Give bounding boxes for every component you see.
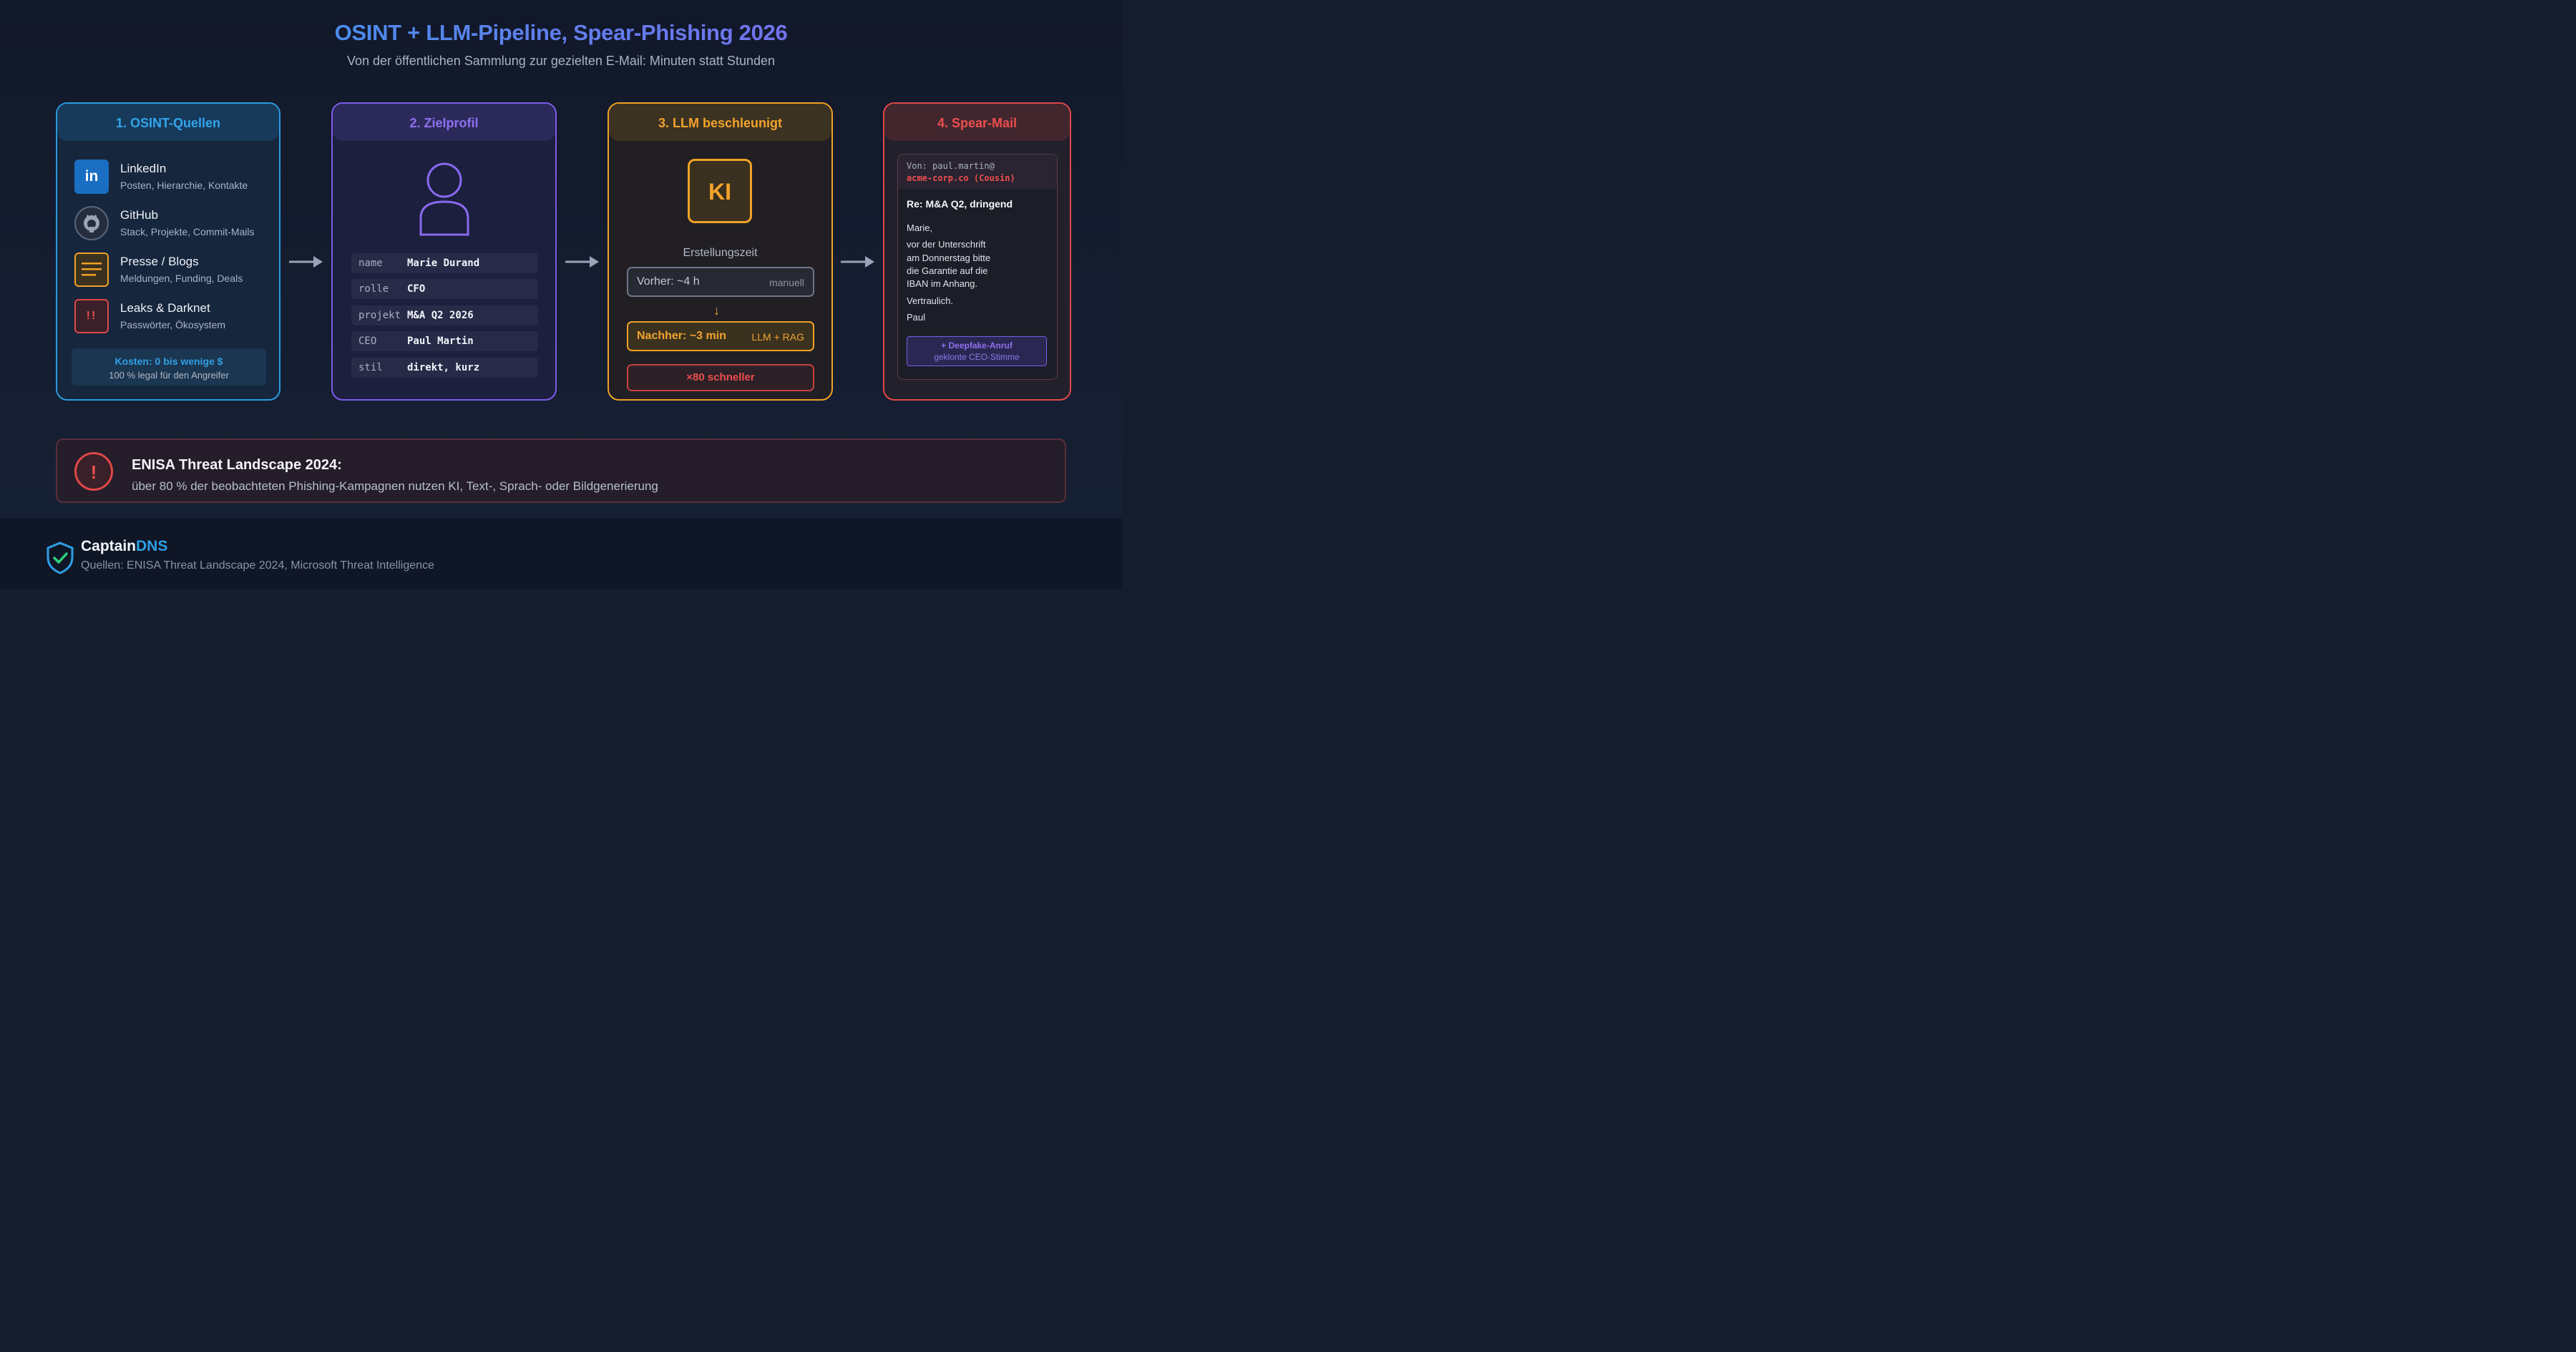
osint-sources-card: 1. OSINT-Quellen in LinkedIn Posten, Hie…: [56, 102, 280, 401]
mail-card-title: 4. Spear-Mail: [884, 104, 1070, 141]
llm-card-title: 3. LLM beschleunigt: [609, 104, 831, 141]
source-leaks-darknet: !! Leaks & Darknet Passwörter, Ökosystem: [74, 299, 279, 336]
source-description: Posten, Hierarchie, Kontakte: [120, 180, 248, 191]
enisa-alert-banner: ! ENISA Threat Landscape 2024: über 80 %…: [56, 439, 1066, 503]
alert-title: ENISA Threat Landscape 2024:: [132, 457, 342, 473]
email-body-line: IBAN im Anhang.: [907, 278, 977, 289]
profile-row: rolle CFO: [351, 279, 538, 299]
arrow-right-icon: [841, 256, 874, 268]
source-name: LinkedIn: [120, 162, 167, 175]
spear-mail-card: 4. Spear-Mail Von: paul.martin@ acme-cor…: [883, 102, 1071, 401]
deepfake-badge: + Deepfake-Anruf geklonte CEO-Stimme: [907, 336, 1047, 366]
page-title: OSINT + LLM-Pipeline, Spear-Phishing 202…: [0, 20, 1122, 46]
profile-row: name Marie Durand: [351, 253, 538, 273]
email-preview: Von: paul.martin@ acme-corp.co (Cousin) …: [897, 154, 1058, 380]
profile-value: M&A Q2 2026: [407, 310, 474, 321]
arrow-right-icon: [565, 256, 599, 268]
arrow-right-icon: [289, 256, 323, 268]
before-label: Vorher: ~4 h: [637, 275, 700, 288]
creation-time-label: Erstellungszeit: [683, 247, 758, 259]
profile-key: name: [358, 258, 383, 269]
after-label: Nachher: ~3 min: [637, 330, 726, 342]
email-from: Von: paul.martin@: [907, 161, 995, 171]
source-name: Leaks & Darknet: [120, 301, 210, 315]
deepfake-title: + Deepfake-Anruf: [941, 341, 1013, 351]
profile-value: Marie Durand: [407, 258, 480, 269]
source-github: GitHub Stack, Projekte, Commit-Mails: [74, 206, 279, 243]
profile-value: CFO: [407, 283, 426, 295]
email-from-domain: acme-corp.co (Cousin): [907, 173, 1015, 183]
profile-value: direkt, kurz: [407, 362, 480, 373]
cost-box: Kosten: 0 bis wenige $ 100 % legal für d…: [72, 348, 266, 386]
exclamation-icon: !: [74, 452, 113, 491]
alert-icon: !!: [74, 299, 109, 333]
profile-value: Paul Martin: [407, 335, 474, 347]
source-name: Presse / Blogs: [120, 255, 199, 268]
email-body-line: am Donnerstag bitte: [907, 253, 991, 263]
alert-text: über 80 % der beobachteten Phishing-Kamp…: [132, 479, 658, 493]
cost-title: Kosten: 0 bis wenige $: [114, 356, 223, 367]
profile-key: CEO: [358, 335, 377, 347]
source-description: Meldungen, Funding, Deals: [120, 273, 243, 284]
profile-row: CEO Paul Martin: [351, 331, 538, 351]
profile-card-title: 2. Zielprofil: [333, 104, 555, 141]
email-signature: Paul: [907, 312, 926, 323]
source-linkedin: in LinkedIn Posten, Hierarchie, Kontakte: [74, 160, 279, 197]
page-subtitle: Von der öffentlichen Sammlung zur geziel…: [346, 54, 775, 68]
email-body-line: vor der Unterschrift: [907, 239, 986, 250]
source-press-blogs: Presse / Blogs Meldungen, Funding, Deals: [74, 253, 279, 290]
after-box: Nachher: ~3 min LLM + RAG: [627, 321, 814, 351]
document-lines-icon: [74, 253, 109, 287]
source-description: Passwörter, Ökosystem: [120, 319, 226, 330]
profile-row: projekt M&A Q2 2026: [351, 305, 538, 325]
profile-key: rolle: [358, 283, 389, 295]
deepfake-subtitle: geklonte CEO-Stimme: [934, 352, 1020, 362]
linkedin-icon: in: [74, 160, 109, 194]
after-tag: LLM + RAG: [751, 331, 804, 343]
llm-card: 3. LLM beschleunigt KI Erstellungszeit V…: [608, 102, 833, 401]
ki-badge: KI: [688, 159, 752, 223]
email-header: Von: paul.martin@ acme-corp.co (Cousin): [898, 155, 1057, 189]
email-body-line: die Garantie auf die: [907, 265, 988, 276]
profile-key: projekt: [358, 310, 401, 321]
email-confidential: Vertraulich.: [907, 295, 954, 306]
arrow-down-icon: ↓: [713, 303, 720, 318]
source-name: GitHub: [120, 208, 158, 222]
speedup-badge: ×80 schneller: [627, 364, 814, 391]
profile-key: stil: [358, 362, 383, 373]
cost-subtitle: 100 % legal für den Angreifer: [109, 370, 229, 381]
footer: [0, 519, 1122, 589]
sources-text: Quellen: ENISA Threat Landscape 2024, Mi…: [81, 559, 434, 572]
profile-row: stil direkt, kurz: [351, 358, 538, 378]
person-icon: [419, 162, 469, 236]
brand-logo-text: CaptainDNS: [81, 538, 168, 554]
target-profile-card: 2. Zielprofil name Marie Durand rolle CF…: [331, 102, 557, 401]
before-box: Vorher: ~4 h manuell: [627, 267, 814, 297]
email-greeting: Marie,: [907, 222, 933, 233]
osint-card-title: 1. OSINT-Quellen: [57, 104, 279, 141]
shield-check-icon: [47, 542, 74, 574]
email-subject: Re: M&A Q2, dringend: [907, 198, 1013, 210]
source-description: Stack, Projekte, Commit-Mails: [120, 226, 255, 237]
before-tag: manuell: [769, 277, 804, 288]
github-icon: [74, 206, 109, 240]
